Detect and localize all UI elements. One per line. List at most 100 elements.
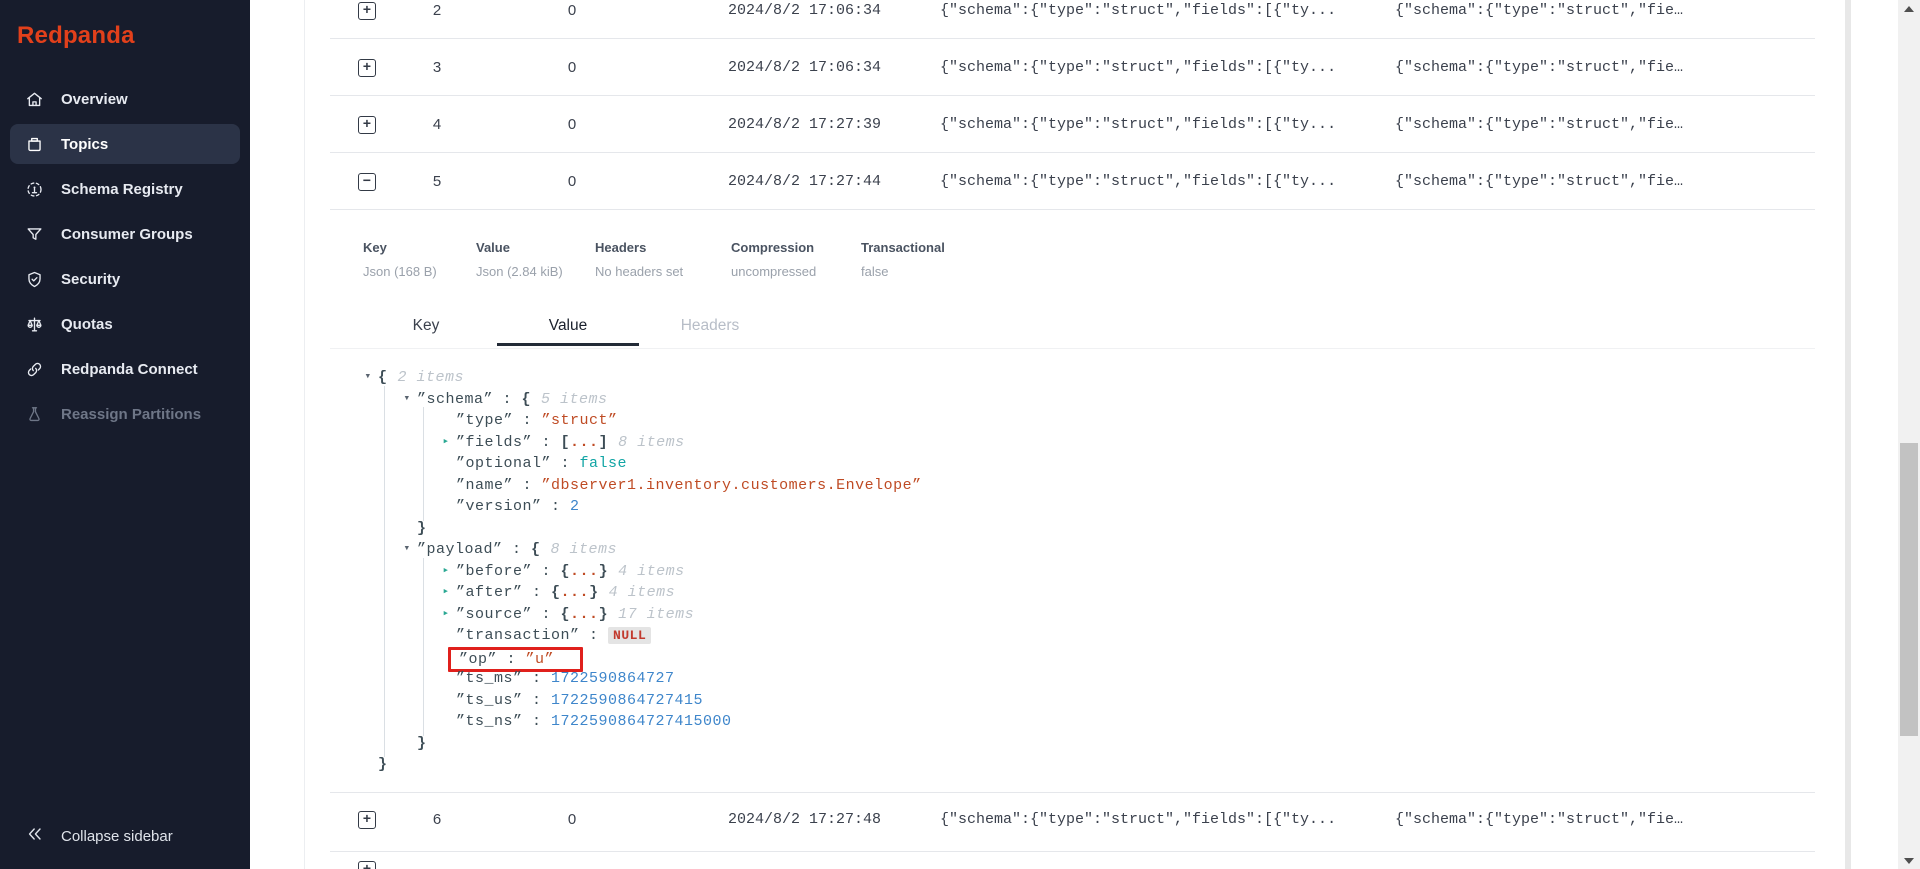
meta-label: Key — [363, 240, 387, 255]
collapse-sidebar-button[interactable]: Collapse sidebar — [10, 816, 240, 856]
expand-row-button[interactable]: + — [358, 861, 376, 869]
tab-value[interactable]: Value — [497, 309, 639, 346]
meta-transactional: Transactional false — [861, 240, 945, 279]
sidebar: Redpanda Overview Topics Schema Registry Co… — [0, 0, 250, 869]
json-colon: : — [497, 650, 526, 668]
json-key: ”transaction” — [456, 627, 580, 644]
panel-left-border — [304, 0, 305, 869]
json-close-brace: } — [417, 519, 427, 537]
row-divider — [330, 95, 1815, 96]
vertical-scrollbar[interactable] — [1898, 0, 1920, 869]
json-line-optional: ”optional” : false — [358, 453, 1558, 475]
collapsed-object-dots[interactable]: ... — [570, 606, 599, 623]
funnel-icon — [25, 225, 44, 244]
expand-row-button[interactable]: + — [358, 2, 376, 20]
collapse-node-arrow-icon[interactable]: ▾ — [397, 539, 417, 561]
json-open-bracket: [ — [560, 433, 571, 451]
expand-node-arrow-icon[interactable]: ▸ — [436, 561, 456, 583]
json-items-count: 5 items — [541, 390, 608, 408]
timestamp-cell: 2024/8/2 17:27:48 — [728, 811, 882, 828]
json-line-type: ”type” : ”struct” — [358, 410, 1558, 432]
indent-guide — [423, 407, 424, 521]
json-close-brace: } — [417, 734, 427, 752]
sidebar-item-consumer-groups[interactable]: Consumer Groups — [10, 214, 240, 254]
value-preview-cell: {"schema":{"type":"struct","fie… — [1395, 116, 1684, 133]
meta-label: Compression — [731, 240, 815, 255]
sidebar-item-security[interactable]: Security — [10, 259, 240, 299]
json-number-value: 1722590864727415 — [551, 691, 704, 709]
expand-node-arrow-icon[interactable]: ▸ — [436, 582, 456, 604]
json-items-count: 8 items — [618, 433, 685, 451]
expand-node-arrow-icon[interactable]: ▸ — [436, 604, 456, 626]
collapse-node-arrow-icon[interactable]: ▾ — [397, 389, 417, 411]
json-close-brace: } — [589, 584, 599, 601]
sidebar-item-topics[interactable]: Topics — [10, 124, 240, 164]
json-colon: : — [541, 498, 571, 515]
sidebar-item-label: Reassign Partitions — [61, 405, 202, 423]
scrollbar-up-arrow[interactable] — [1898, 0, 1920, 17]
json-line-open-brace: ▾{2 items — [358, 367, 1558, 389]
json-line-ts_us: ”ts_us” : 1722590864727415 — [358, 690, 1558, 712]
sidebar-item-quotas[interactable]: Quotas — [10, 304, 240, 344]
sidebar-item-redpanda-connect[interactable]: Redpanda Connect — [10, 349, 240, 389]
value-preview-cell: {"schema":{"type":"struct","fie… — [1395, 2, 1684, 19]
scrollbar-down-arrow[interactable] — [1898, 852, 1920, 869]
collapse-node-arrow-icon[interactable]: ▾ — [358, 367, 378, 389]
sidebar-item-schema-registry[interactable]: Schema Registry — [10, 169, 240, 209]
timestamp-cell: 2024/8/2 17:06:34 — [728, 59, 882, 76]
partition-cell: 0 — [567, 173, 577, 190]
collapsed-array-dots[interactable]: ... — [570, 434, 599, 451]
json-close-bracket: ] — [598, 433, 609, 451]
sidebar-item-reassign-partitions[interactable]: Reassign Partitions — [10, 394, 240, 434]
row-divider — [330, 792, 1815, 793]
detail-tabs: Key Value Headers — [355, 309, 781, 346]
json-colon: : — [579, 627, 609, 644]
value-preview-cell: {"schema":{"type":"struct","fie… — [1395, 59, 1684, 76]
collapse-row-button[interactable]: − — [358, 173, 376, 191]
tab-key[interactable]: Key — [355, 309, 497, 346]
expand-row-button[interactable]: + — [358, 811, 376, 829]
json-line-transaction: ”transaction” : NULL — [358, 625, 1558, 647]
json-open-brace: { — [560, 605, 571, 623]
sidebar-nav: Overview Topics Schema Registry Consumer Gr… — [10, 79, 240, 439]
row-divider — [330, 38, 1815, 39]
json-line-payload: ▾ ”payload” : {8 items — [358, 539, 1558, 561]
topics-icon — [25, 135, 44, 154]
row-divider — [330, 209, 1815, 210]
json-close-brace: } — [598, 605, 609, 623]
value-preview-cell: {"schema":{"type":"struct","fie… — [1395, 173, 1684, 190]
expand-row-button[interactable]: + — [358, 59, 376, 77]
json-key: ”after” — [456, 584, 523, 601]
offset-cell: 6 — [432, 811, 442, 828]
offset-cell: 5 — [432, 173, 442, 190]
json-colon: : — [551, 455, 580, 472]
json-null-badge: NULL — [608, 627, 652, 644]
scrollbar-thumb[interactable] — [1900, 443, 1918, 736]
meta-value: uncompressed — [731, 264, 817, 279]
json-string-value: ”struct” — [541, 412, 618, 429]
indent-guide — [384, 385, 385, 757]
json-key: ”schema” — [417, 390, 494, 408]
meta-label: Transactional — [861, 240, 945, 255]
row-divider — [330, 152, 1815, 153]
json-line-close-brace: } — [358, 754, 1558, 776]
json-colon: : — [502, 541, 532, 558]
json-colon: : — [522, 584, 552, 601]
tab-headers[interactable]: Headers — [639, 309, 781, 346]
json-close-brace: } — [378, 756, 388, 773]
meta-label: Value — [476, 240, 510, 255]
sidebar-item-overview[interactable]: Overview — [10, 79, 240, 119]
sidebar-item-label: Topics — [61, 135, 109, 153]
json-open-brace: { — [531, 541, 541, 558]
expand-row-button[interactable]: + — [358, 116, 376, 134]
panel-right-border — [1845, 0, 1851, 869]
json-items-count: 2 items — [397, 369, 465, 386]
json-colon: : — [532, 433, 561, 451]
json-colon: : — [532, 562, 561, 580]
expand-node-arrow-icon[interactable]: ▸ — [436, 432, 456, 454]
sidebar-item-label: Quotas — [61, 315, 113, 333]
json-items-count: 17 items — [618, 605, 695, 623]
collapsed-object-dots[interactable]: ... — [570, 563, 599, 580]
json-items-count: 4 items — [608, 584, 676, 601]
collapsed-object-dots[interactable]: ... — [561, 584, 590, 601]
